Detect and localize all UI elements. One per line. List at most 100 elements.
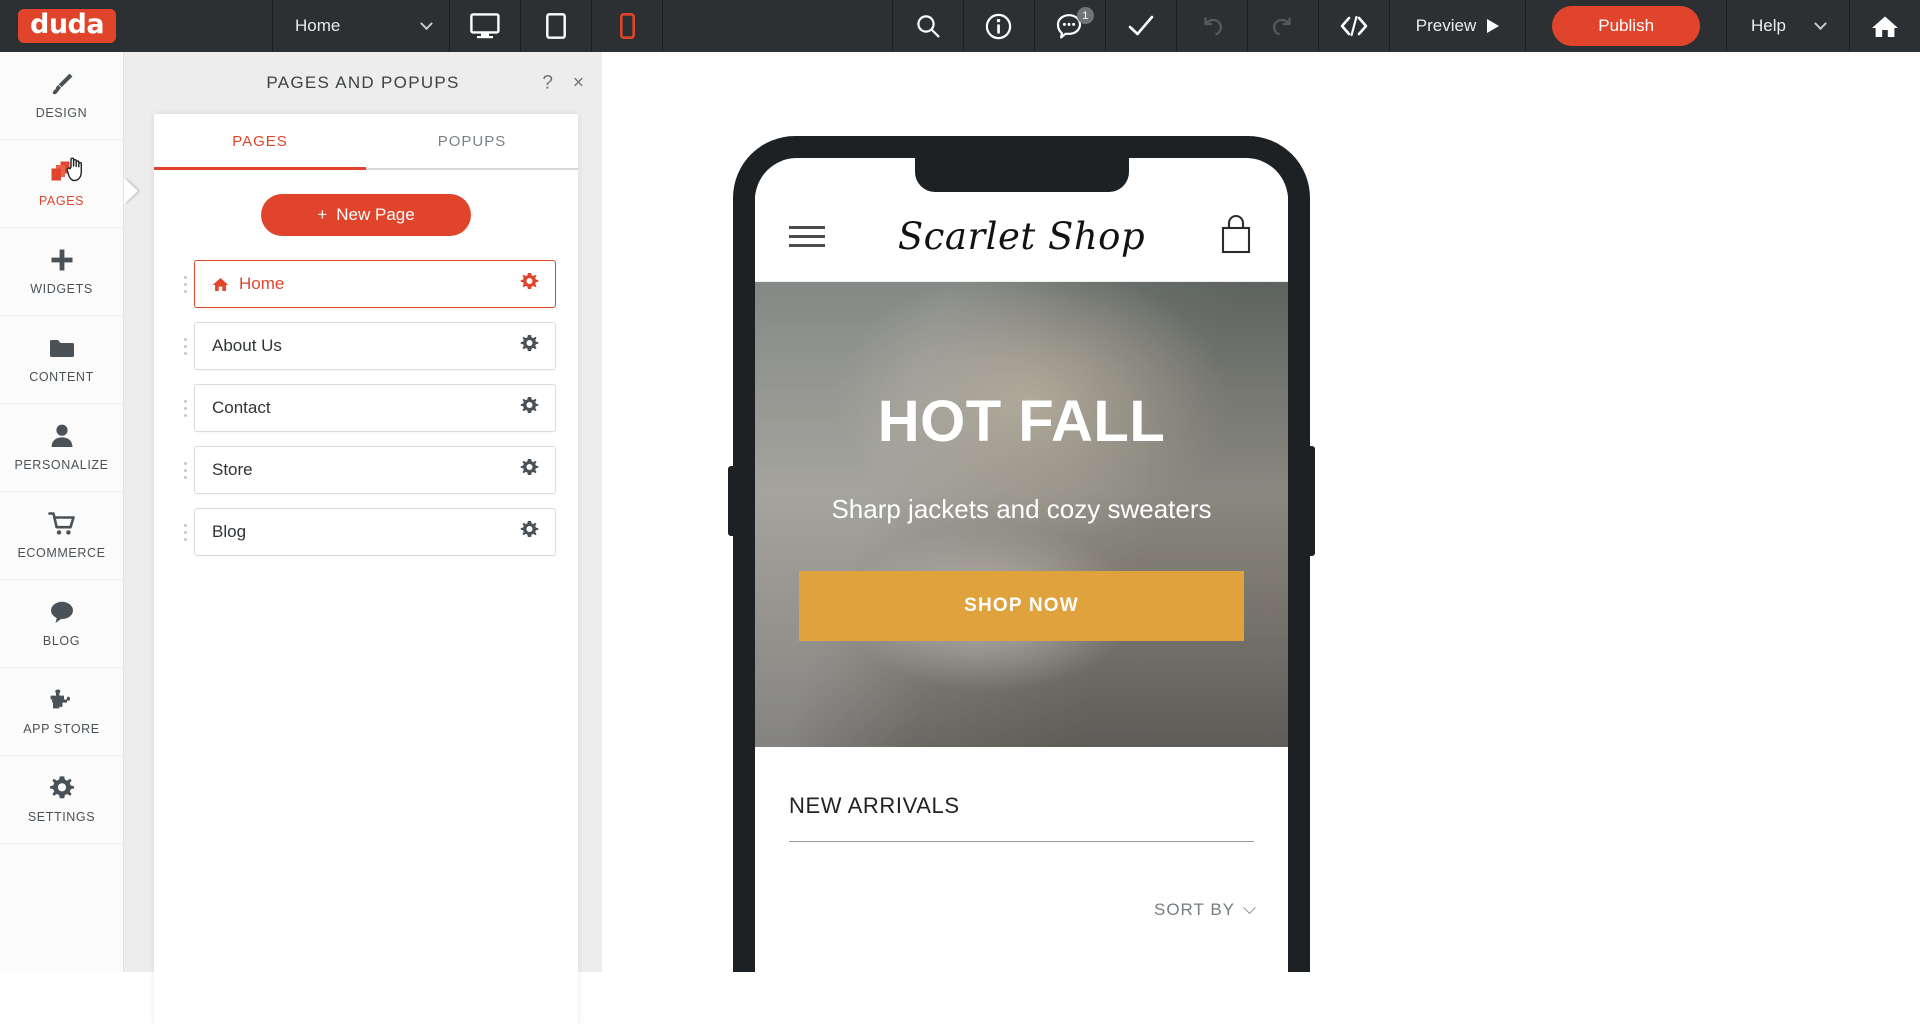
page-item-left: Blog [212,522,246,542]
page-item-home[interactable]: Home [194,260,556,308]
info-icon [986,13,1012,39]
hero-section: HOT FALL Sharp jackets and cozy sweaters… [755,282,1288,747]
panel-card: PAGES POPUPS + New Page Home About Us Co… [154,114,578,1024]
undo-button[interactable] [1177,0,1247,52]
home-icon [1872,16,1898,37]
comments-button[interactable]: 1 [1035,0,1105,52]
list-item: Blog [176,508,556,556]
page-item-left: About Us [212,336,282,356]
sidebar-item-label: DESIGN [35,106,88,120]
tab-popups[interactable]: POPUPS [366,114,578,168]
search-icon [917,15,940,38]
section-title: NEW ARRIVALS [789,793,1254,842]
sidebar-item-blog[interactable]: BLOG [0,580,123,668]
device-mobile-button[interactable] [592,0,662,52]
device-desktop-button[interactable] [450,0,520,52]
sidebar-item-label: BLOG [42,634,81,648]
sort-by-dropdown[interactable]: SORT BY [789,900,1256,920]
info-button[interactable] [964,0,1034,52]
sidebar-item-design[interactable]: DESIGN [0,52,123,140]
play-icon [1487,19,1500,33]
panel-tabs: PAGES POPUPS [154,114,578,170]
shopping-bag-icon[interactable] [1218,213,1254,260]
help-menu[interactable]: Help [1727,0,1849,52]
hamburger-icon[interactable] [789,226,825,247]
code-button[interactable] [1319,0,1389,52]
page-item-blog[interactable]: Blog [194,508,556,556]
page-selector[interactable]: Home [273,0,449,52]
page-settings-gear-icon[interactable] [520,334,539,358]
new-page-wrap: + New Page [154,170,578,254]
redo-button[interactable] [1248,0,1318,52]
drag-handle-icon[interactable] [176,399,194,417]
sort-by-label: SORT BY [1153,900,1235,919]
pages-panel: PAGES AND POPUPS ? × PAGES POPUPS + New … [124,52,602,1024]
home-page-icon [212,277,229,291]
brush-icon [49,71,75,97]
save-check-button[interactable] [1106,0,1176,52]
page-item-contact[interactable]: Contact [194,384,556,432]
sidebar-item-personalize[interactable]: PERSONALIZE [0,404,123,492]
plus-icon [49,247,75,273]
sidebar-item-app-store[interactable]: APP STORE [0,668,123,756]
chat-icon [48,599,76,625]
page-item-label: Home [239,274,285,293]
shop-now-button[interactable]: SHOP NOW [799,570,1244,641]
page-settings-gear-icon[interactable] [520,520,539,544]
chevron-down-icon [1814,16,1827,30]
page-item-about-us[interactable]: About Us [194,322,556,370]
mobile-preview-frame: Scarlet Shop HOT FALL Sharp jackets and … [728,136,1315,972]
canvas-area: Scarlet Shop HOT FALL Sharp jackets and … [602,52,1920,972]
publish-button[interactable]: Publish [1552,6,1701,46]
pages-icon [47,159,77,185]
page-item-label: Contact [212,398,271,417]
desktop-icon [470,13,500,39]
sidebar-item-content[interactable]: CONTENT [0,316,123,404]
new-arrivals-section: NEW ARRIVALS SORT BY [755,747,1288,920]
new-page-button[interactable]: + New Page [261,194,471,236]
sidebar-item-ecommerce[interactable]: ECOMMERCE [0,492,123,580]
drag-handle-icon[interactable] [176,275,194,293]
drag-handle-icon[interactable] [176,523,194,541]
help-label: Help [1751,16,1786,35]
tablet-icon [546,13,566,39]
hero-title: HOT FALL [877,389,1166,455]
phone-power-button [1310,446,1315,556]
hero-content: HOT FALL Sharp jackets and cozy sweaters… [755,282,1288,747]
preview-label: Preview [1415,16,1477,35]
plus-icon: + [317,205,328,224]
drag-handle-icon[interactable] [176,337,194,355]
sidebar-item-settings[interactable]: SETTINGS [0,756,123,844]
site-header: Scarlet Shop [755,192,1288,282]
sidebar-item-pages[interactable]: PAGES [0,140,123,228]
home-button[interactable] [1850,0,1920,52]
sidebar-item-label: PERSONALIZE [14,458,109,472]
page-item-label: Blog [212,522,247,541]
redo-icon [1272,17,1291,36]
new-page-label: New Page [336,205,415,224]
panel-collapse-arrow[interactable] [124,178,138,204]
chevron-down-icon [1243,900,1256,914]
duda-logo[interactable]: duda [18,8,117,44]
page-item-store[interactable]: Store [194,446,556,494]
page-settings-gear-icon[interactable] [520,272,539,296]
page-settings-gear-icon[interactable] [520,458,539,482]
mobile-icon [619,13,635,39]
search-button[interactable] [893,0,963,52]
sidebar-item-label: WIDGETS [30,282,93,296]
sidebar-item-label: CONTENT [29,370,94,384]
person-icon [50,423,74,449]
drag-handle-icon[interactable] [176,461,194,479]
panel-header-icons: ? × [542,74,584,93]
help-icon[interactable]: ? [542,74,553,93]
close-icon[interactable]: × [573,74,584,93]
page-list: Home About Us Contact Store Blog [154,254,578,556]
page-settings-gear-icon[interactable] [520,396,539,420]
sidebar-item-label: SETTINGS [27,810,96,824]
phone-notch [914,158,1129,192]
device-tablet-button[interactable] [521,0,591,52]
page-item-label: About Us [212,336,282,355]
tab-pages[interactable]: PAGES [154,114,366,170]
preview-button[interactable]: Preview [1390,0,1525,52]
sidebar-item-widgets[interactable]: WIDGETS [0,228,123,316]
